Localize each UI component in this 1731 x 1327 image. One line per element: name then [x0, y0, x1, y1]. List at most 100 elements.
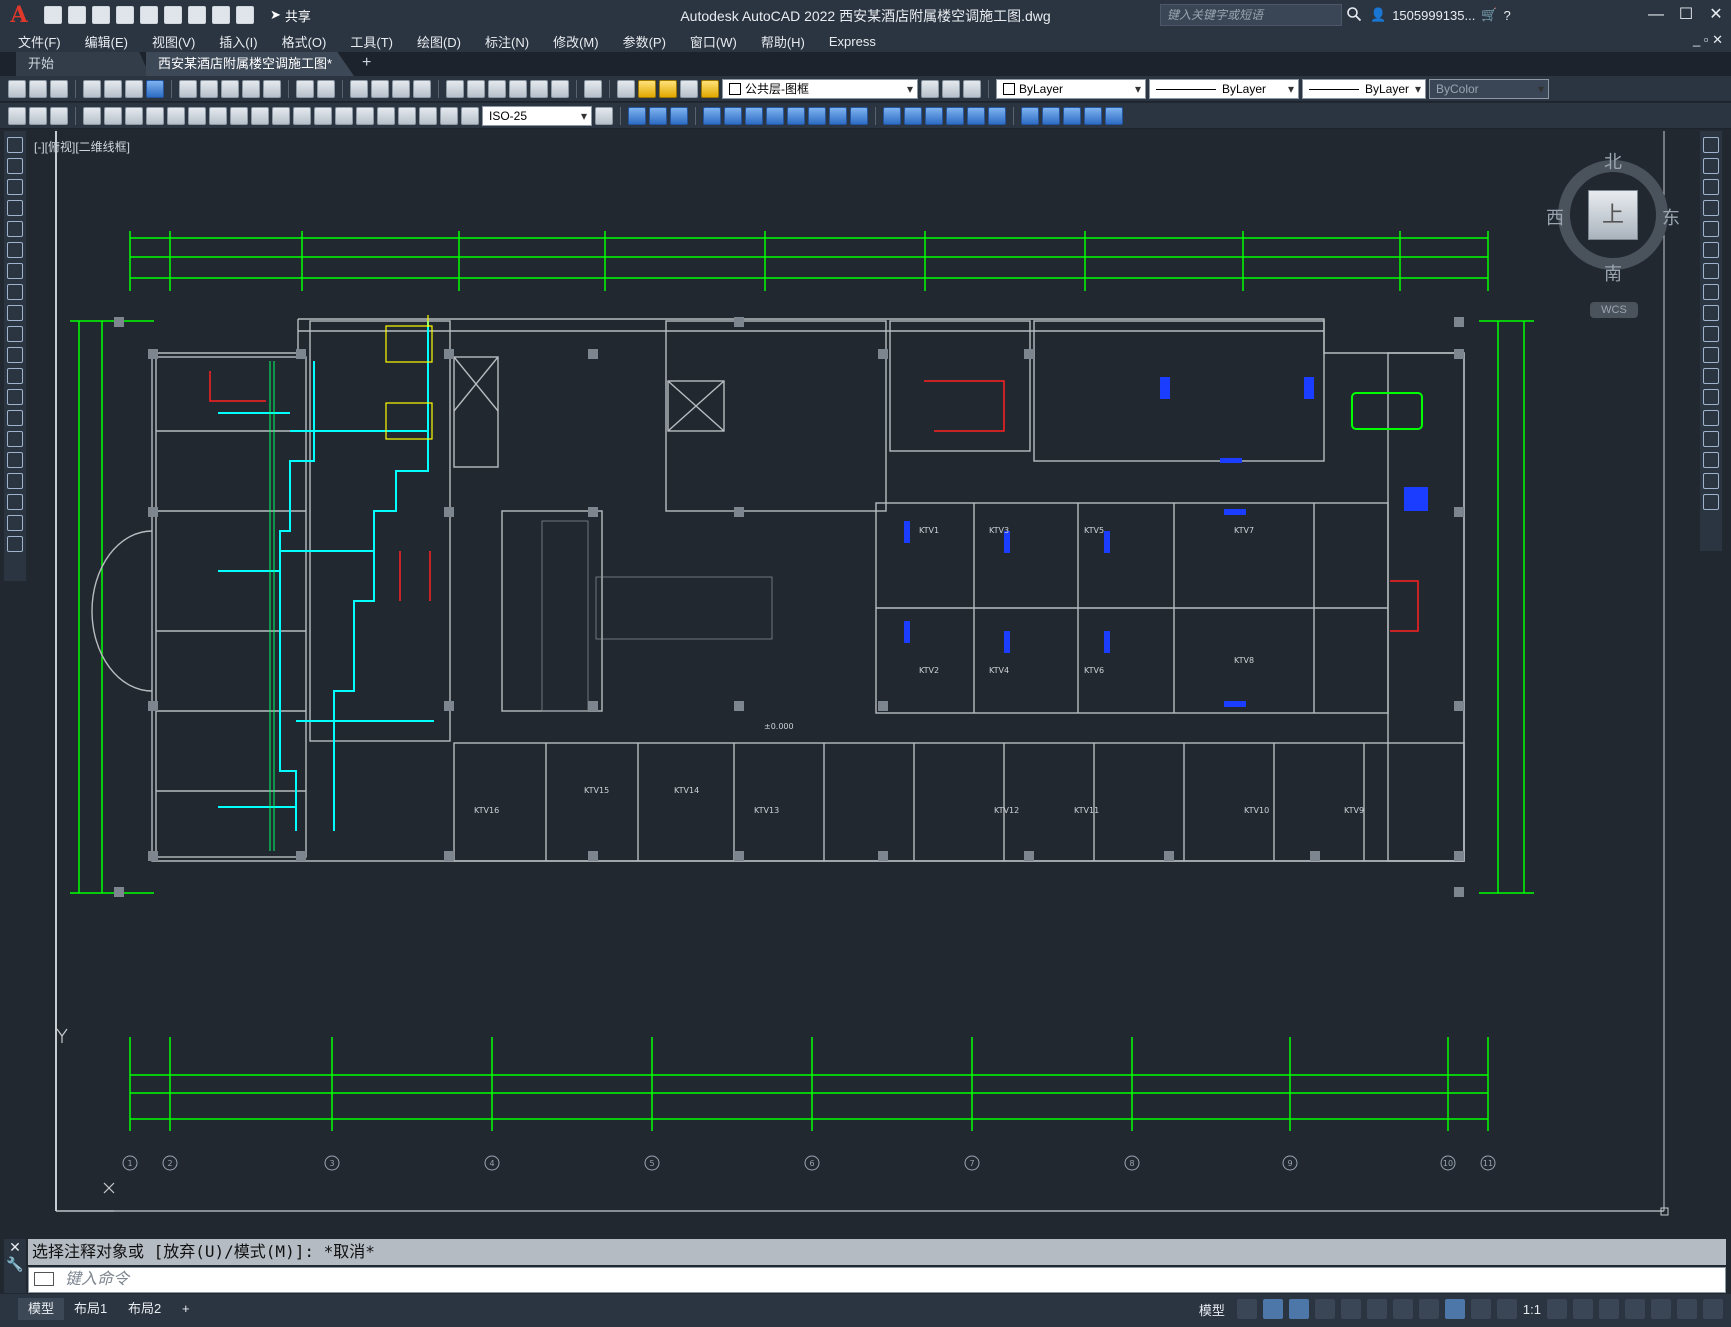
- block-editor-icon[interactable]: [263, 79, 281, 98]
- menu-file[interactable]: 文件(F): [18, 32, 61, 51]
- line-icon[interactable]: [7, 137, 23, 153]
- dim-style-manager-icon[interactable]: [595, 106, 613, 125]
- dimstyle-dropdown[interactable]: ISO-25: [482, 105, 592, 126]
- offset-icon[interactable]: [703, 106, 721, 125]
- help-tool-icon[interactable]: [584, 79, 602, 98]
- hardware-acceleration-icon[interactable]: [1651, 1299, 1671, 1319]
- search-icon[interactable]: [1346, 6, 1362, 22]
- share-button[interactable]: ➤ 共享: [270, 6, 311, 25]
- open-file-icon[interactable]: [29, 79, 47, 98]
- floor-plan[interactable]: 1 2 3 4 5 6 7 8 9 10 11 KTV1 KTV2 KTV3 K…: [34, 131, 1696, 1239]
- polygon-icon[interactable]: [7, 200, 23, 216]
- inspect-icon[interactable]: [377, 106, 395, 125]
- point-icon[interactable]: [7, 410, 23, 426]
- snap-icon[interactable]: [1262, 1299, 1283, 1319]
- layer-freeze-icon[interactable]: [659, 79, 677, 98]
- construction-line-icon[interactable]: [7, 158, 23, 174]
- tab-drawing[interactable]: 西安某酒店附属楼空调施工图* ✕: [146, 52, 354, 76]
- object-snap-tracking-icon[interactable]: [1366, 1299, 1387, 1319]
- user-account[interactable]: 👤 1505999135... 🛒 ?: [1370, 7, 1511, 23]
- cut-icon[interactable]: [179, 79, 197, 98]
- arc-icon[interactable]: [7, 242, 23, 258]
- close-button[interactable]: ✕: [1701, 0, 1731, 30]
- annotation-scale-value[interactable]: 1:1: [1523, 1302, 1541, 1317]
- customize-menu-icon[interactable]: [1703, 1299, 1723, 1319]
- 3d-print-icon[interactable]: [146, 79, 164, 98]
- polar-icon[interactable]: [1314, 1299, 1335, 1319]
- rotate-icon[interactable]: [766, 106, 784, 125]
- model-space-toggle[interactable]: 模型: [1199, 1300, 1225, 1319]
- zoom-window-icon[interactable]: [392, 79, 410, 98]
- open-icon[interactable]: [68, 6, 86, 24]
- jogged-linear-icon[interactable]: [398, 106, 416, 125]
- selected-equipment[interactable]: [1351, 392, 1423, 430]
- mtext-icon[interactable]: [7, 515, 23, 531]
- circle-icon[interactable]: [7, 263, 23, 279]
- layer-viewport-icon[interactable]: [680, 79, 698, 98]
- blend-icon[interactable]: [967, 106, 985, 125]
- chamfer-icon[interactable]: [925, 106, 943, 125]
- hatch-tool-icon[interactable]: [50, 106, 68, 125]
- break-point-icon[interactable]: [1703, 368, 1719, 384]
- clean-screen-icon[interactable]: [1677, 1299, 1697, 1319]
- layer-previous-icon[interactable]: [942, 79, 960, 98]
- plotstyle-dropdown[interactable]: ByColor: [1429, 78, 1549, 99]
- save-web-icon[interactable]: [164, 6, 182, 24]
- viewcube-top-face[interactable]: 上: [1588, 190, 1638, 240]
- save-as-icon[interactable]: [116, 6, 134, 24]
- drawing-canvas[interactable]: 1 2 3 4 5 6 7 8 9 10 11 KTV1 KTV2 KTV3 K…: [34, 131, 1696, 1239]
- join-icon[interactable]: [904, 106, 922, 125]
- fillet-tool-icon[interactable]: [1703, 452, 1719, 468]
- menu-help[interactable]: 帮助(H): [761, 32, 805, 51]
- make-current-icon[interactable]: [921, 79, 939, 98]
- units-icon[interactable]: [1599, 1299, 1619, 1319]
- new-icon[interactable]: [44, 6, 62, 24]
- viewcube[interactable]: 上 北 南 西 东 WCS: [1546, 148, 1682, 318]
- ordinate-dim-icon[interactable]: [146, 106, 164, 125]
- make-block-icon[interactable]: [7, 389, 23, 405]
- copy-object-icon[interactable]: [649, 106, 667, 125]
- layer-states-icon[interactable]: [963, 79, 981, 98]
- group-edit-icon[interactable]: [1063, 106, 1081, 125]
- group-icon[interactable]: [1021, 106, 1039, 125]
- redo-icon[interactable]: [236, 6, 254, 24]
- maximize-button[interactable]: ☐: [1671, 0, 1701, 30]
- color-dropdown[interactable]: ByLayer: [996, 78, 1146, 99]
- rectangle-icon[interactable]: [7, 221, 23, 237]
- command-close-icon[interactable]: ✕: [4, 1239, 26, 1256]
- ortho-icon[interactable]: [1288, 1299, 1309, 1319]
- join-tool-icon[interactable]: [1703, 410, 1719, 426]
- explode-tool-icon[interactable]: [1703, 494, 1719, 510]
- sheet-set-icon[interactable]: [509, 79, 527, 98]
- minimize-button[interactable]: —: [1641, 0, 1671, 30]
- explode-icon[interactable]: [988, 106, 1006, 125]
- fillet-icon[interactable]: [946, 106, 964, 125]
- menu-format[interactable]: 格式(O): [282, 32, 327, 51]
- group-select-icon[interactable]: [1084, 106, 1102, 125]
- spline-icon[interactable]: [7, 305, 23, 321]
- continue-dim-icon[interactable]: [293, 106, 311, 125]
- dim-space-icon[interactable]: [314, 106, 332, 125]
- menu-dimension[interactable]: 标注(N): [485, 32, 529, 51]
- annotation-scale-icon[interactable]: [1496, 1299, 1517, 1319]
- measure-icon[interactable]: [1105, 106, 1123, 125]
- add-scale-icon[interactable]: [1573, 1299, 1593, 1319]
- publish-icon[interactable]: [125, 79, 143, 98]
- angular-dim-icon[interactable]: [230, 106, 248, 125]
- stretch-tool-icon[interactable]: [1703, 305, 1719, 321]
- compass-north[interactable]: 北: [1604, 148, 1622, 174]
- linetype-dropdown[interactable]: ByLayer: [1149, 78, 1299, 99]
- auto-scale-icon[interactable]: [1470, 1299, 1491, 1319]
- compass-east[interactable]: 东: [1662, 204, 1680, 230]
- command-line-handle[interactable]: ✕ 🔧: [4, 1239, 26, 1293]
- compass-west[interactable]: 西: [1546, 204, 1564, 230]
- lineweight-icon[interactable]: [1418, 1299, 1439, 1319]
- pan-icon[interactable]: [350, 79, 368, 98]
- design-center-icon[interactable]: [467, 79, 485, 98]
- isolate-objects-icon[interactable]: [1625, 1299, 1645, 1319]
- extend-icon[interactable]: [850, 106, 868, 125]
- rotate-tool-icon[interactable]: [1703, 263, 1719, 279]
- ellipse-arc-icon[interactable]: [7, 347, 23, 363]
- zoom-realtime-icon[interactable]: [371, 79, 389, 98]
- draw-order-icon[interactable]: [8, 106, 26, 125]
